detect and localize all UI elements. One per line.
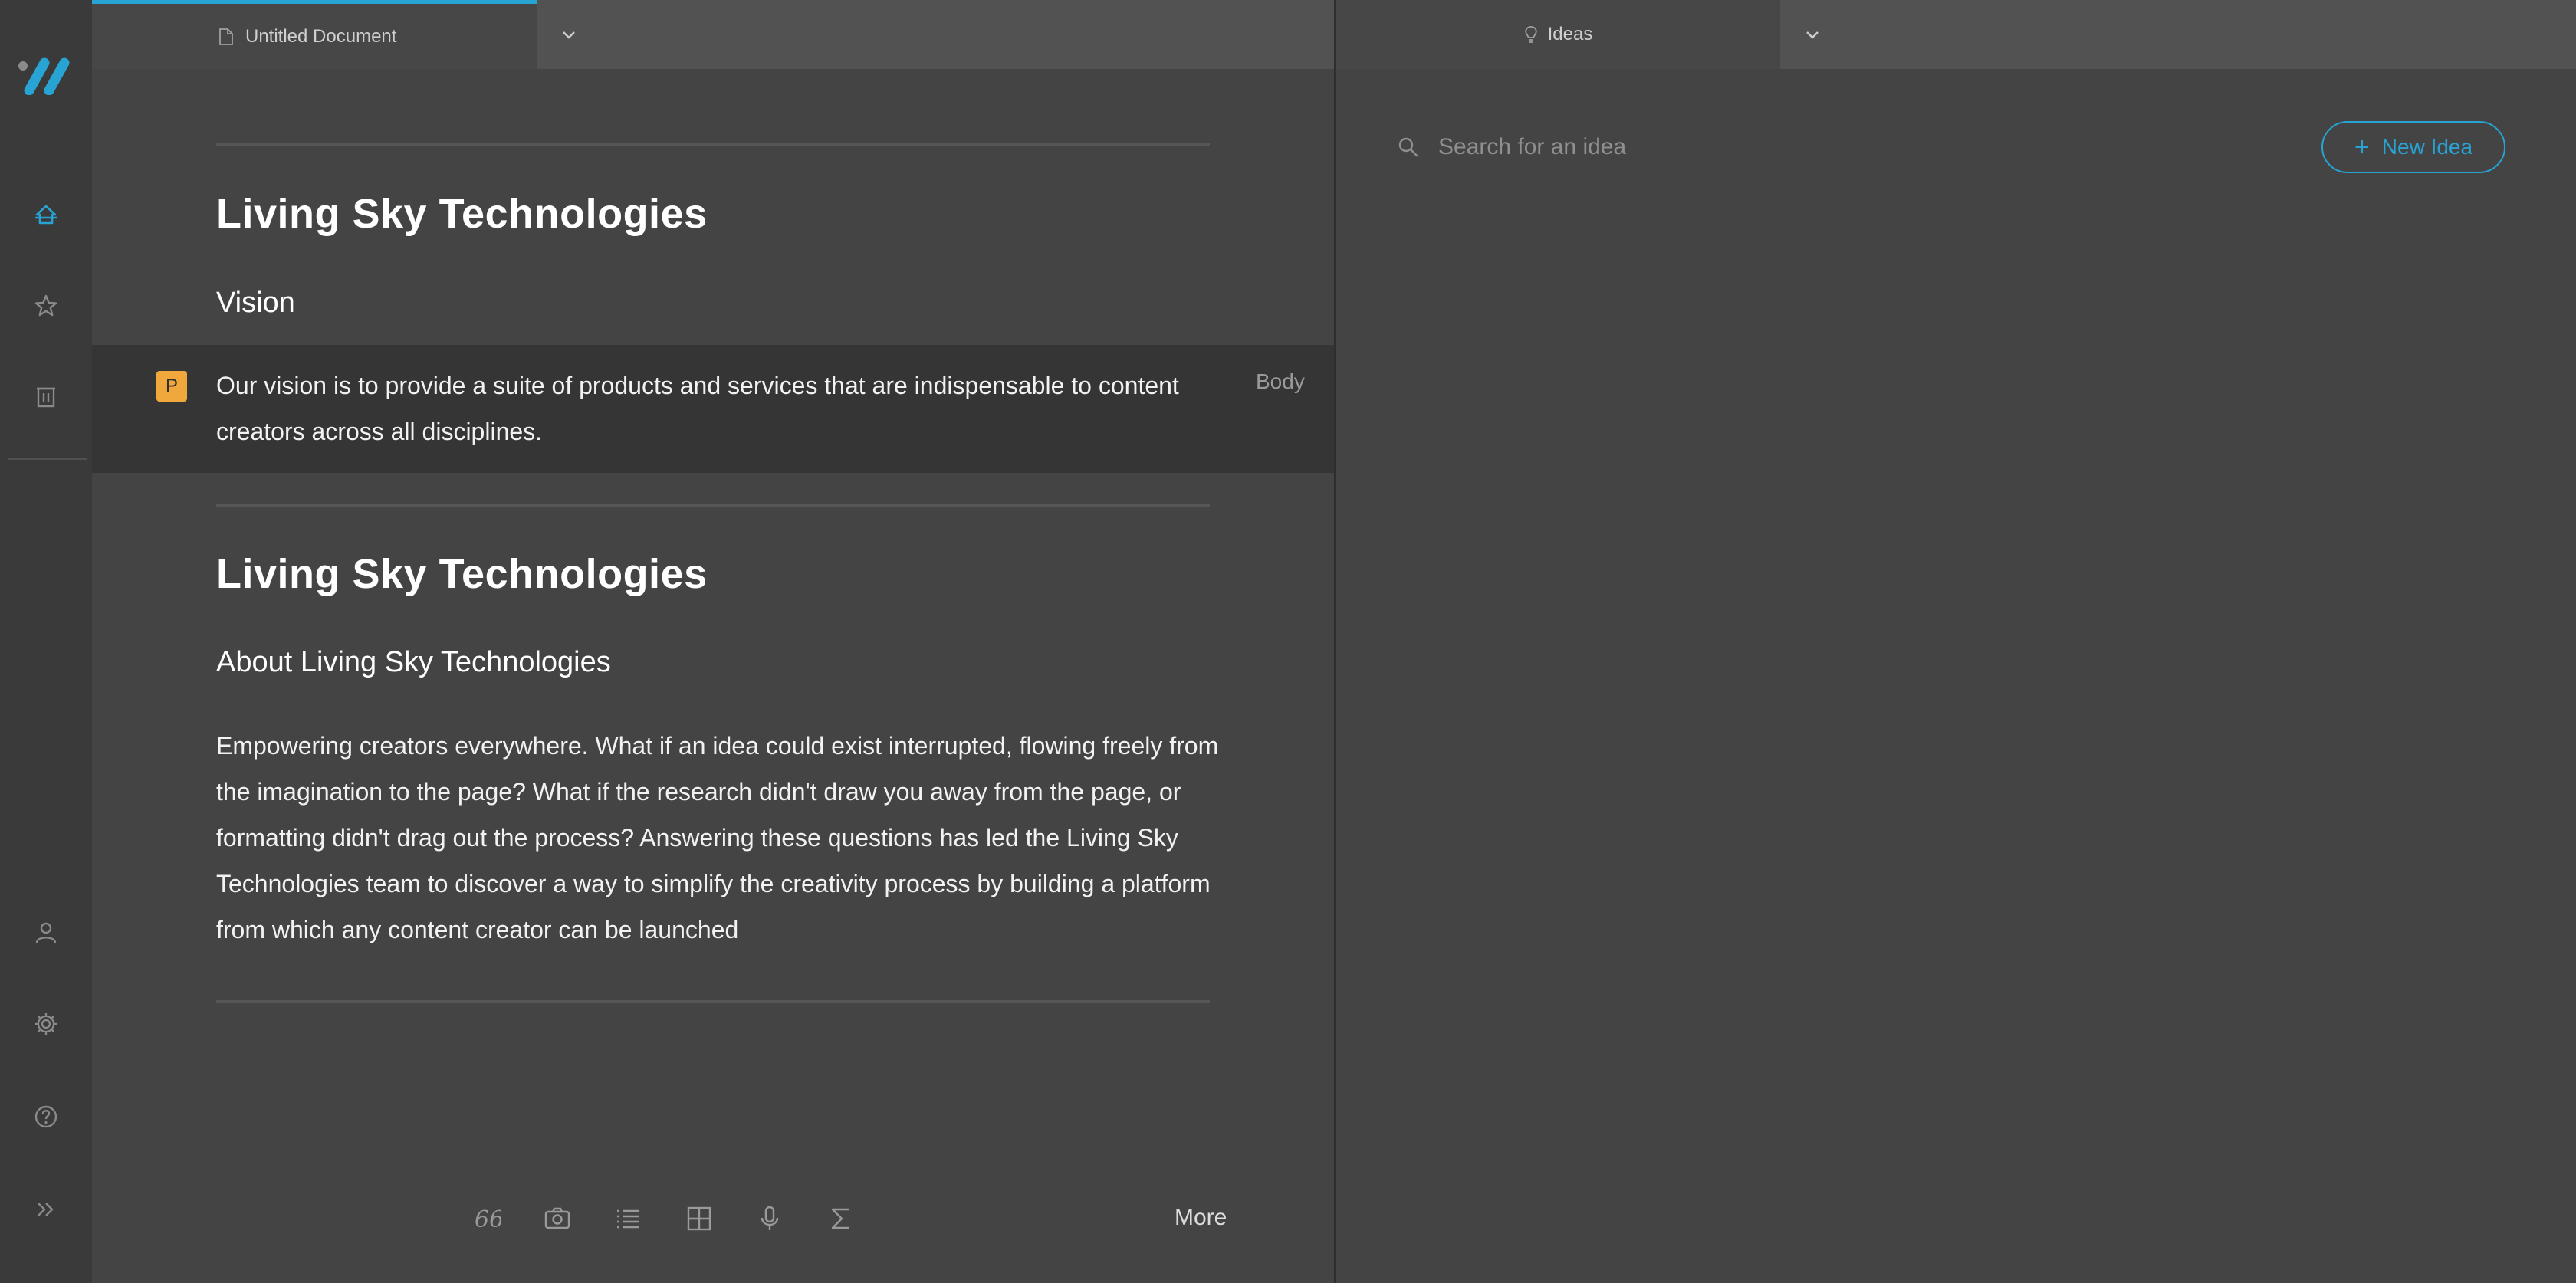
section-title[interactable]: Living Sky Technologies (216, 190, 708, 238)
quote-icon: 66 (475, 1206, 501, 1233)
editor-pane: Untitled Document Living Sky Technologie… (92, 0, 1334, 1283)
paragraph-style-badge[interactable]: P (156, 371, 187, 402)
rail-trash-button[interactable] (23, 374, 69, 420)
new-idea-button[interactable]: + New Idea (2321, 121, 2505, 173)
app-window: Untitled Document Living Sky Technologie… (0, 0, 2576, 1283)
double-chevron-right-icon (38, 1203, 54, 1216)
section-subtitle[interactable]: About Living Sky Technologies (216, 646, 611, 679)
rail-home-button[interactable] (23, 192, 69, 238)
editor-tab-bar: Untitled Document (92, 0, 1334, 69)
insert-table-button[interactable] (676, 1196, 722, 1242)
tab-ideas[interactable]: Ideas (1336, 0, 1780, 69)
insert-list-button[interactable] (605, 1196, 651, 1242)
section-title[interactable]: Living Sky Technologies (216, 550, 708, 598)
insert-quote-button[interactable]: 66 (463, 1196, 509, 1242)
lightbulb-icon (1524, 26, 1537, 43)
toolbar-more-button[interactable]: More (1175, 1205, 1227, 1231)
new-idea-label: New Idea (2381, 135, 2473, 159)
left-rail (0, 0, 92, 1283)
rail-favorites-button[interactable] (23, 283, 69, 329)
search-icon (1398, 137, 1418, 157)
section-divider (216, 504, 1210, 507)
camera-icon (544, 1207, 570, 1229)
rail-account-button[interactable] (23, 910, 69, 956)
insert-equation-button[interactable] (818, 1196, 864, 1242)
paragraph-style-label[interactable]: Body (1256, 369, 1305, 394)
insert-toolbar: 66 (92, 1196, 1334, 1242)
sigma-icon (831, 1208, 849, 1229)
tab-label: Ideas (1547, 24, 1593, 44)
idea-search-input[interactable] (1438, 130, 2021, 164)
insert-image-button[interactable] (534, 1196, 580, 1242)
ideas-tab-bar: Ideas (1336, 0, 2576, 69)
section-divider (216, 143, 1210, 146)
ideas-pane: Ideas + New Idea (1336, 0, 2576, 1283)
microphone-icon (761, 1206, 779, 1230)
section-divider (216, 1000, 1210, 1003)
insert-audio-button[interactable] (747, 1196, 793, 1242)
rail-settings-button[interactable] (23, 1001, 69, 1047)
ideas-tab-menu-button[interactable] (1797, 20, 1828, 51)
svg-text:66: 66 (475, 1206, 501, 1233)
idea-search (1397, 130, 2087, 164)
paragraph-body[interactable]: Our vision is to provide a suite of prod… (216, 363, 1228, 454)
app-logo[interactable] (17, 55, 75, 96)
star-icon (34, 294, 58, 317)
chevron-down-icon (563, 31, 575, 39)
document-icon (219, 28, 233, 45)
tab-label: Untitled Document (245, 25, 397, 47)
help-icon (34, 1105, 58, 1128)
user-icon (35, 922, 57, 943)
rail-divider (8, 458, 87, 460)
chevron-down-icon (1806, 31, 1819, 39)
editor-tab-menu-button[interactable] (554, 20, 584, 51)
list-icon (617, 1209, 639, 1229)
home-icon (35, 205, 57, 225)
table-icon (687, 1206, 711, 1231)
paragraph-body[interactable]: Empowering creators everywhere. What if … (216, 723, 1228, 953)
gear-icon (35, 1013, 57, 1035)
trash-icon (37, 387, 55, 408)
section-subtitle[interactable]: Vision (216, 287, 295, 320)
rail-expand-button[interactable] (23, 1186, 69, 1232)
plus-icon: + (2354, 133, 2370, 162)
tab-untitled-document[interactable]: Untitled Document (92, 0, 537, 69)
rail-help-button[interactable] (23, 1094, 69, 1140)
